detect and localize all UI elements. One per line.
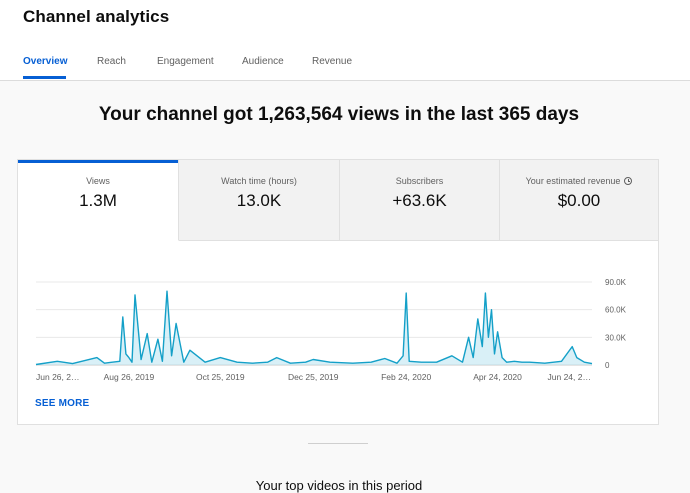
views-line: [35, 290, 593, 366]
metric-label: Your estimated revenue: [500, 176, 658, 186]
y-tick-label: 0: [605, 361, 610, 370]
y-tick-label: 90.0K: [605, 278, 627, 287]
x-tick-label: Aug 26, 2019: [104, 372, 155, 382]
metrics-card: Views 1.3M Watch time (hours) 13.0K Subs…: [17, 159, 659, 425]
metric-value: +63.6K: [392, 191, 447, 210]
metric-value: 1.3M: [79, 191, 117, 210]
tab-reach[interactable]: Reach: [97, 56, 126, 67]
metric-label: Watch time (hours): [221, 176, 297, 186]
y-tick-label: 60.0K: [605, 306, 627, 315]
metric-value: $0.00: [557, 191, 601, 210]
section-divider: [308, 443, 368, 444]
tab-audience[interactable]: Audience: [242, 56, 284, 67]
views-area: [36, 291, 592, 365]
views-headline: Your channel got 1,263,564 views in the …: [98, 104, 580, 125]
tab-revenue[interactable]: Revenue: [312, 56, 352, 67]
y-tick-label: 30.0K: [605, 333, 627, 342]
x-tick-label: Dec 25, 2019: [288, 372, 339, 382]
metric-value: 13.0K: [236, 191, 282, 210]
x-tick-label: Oct 25, 2019: [196, 372, 245, 382]
x-tick-label: Apr 24, 2020: [473, 372, 522, 382]
x-tick-label: Jun 26, 2…: [36, 372, 79, 382]
metric-tab-subscribers[interactable]: Subscribers +63.6K: [340, 160, 500, 241]
header: Channel analytics Overview Reach Engagem…: [0, 0, 690, 81]
views-chart: 90.0K 60.0K 30.0K 0 Jun 26, 2… Aug 26, 2019 Oc…: [35, 278, 627, 382]
metric-tab-views[interactable]: Views 1.3M: [18, 160, 179, 241]
metric-label: Subscribers: [395, 176, 444, 186]
tab-engagement[interactable]: Engagement: [157, 56, 214, 67]
x-tick-label: Feb 24, 2020: [381, 372, 431, 382]
metric-label: Views: [86, 176, 110, 186]
active-tab-indicator: [23, 76, 66, 79]
metric-tab-revenue[interactable]: Your estimated revenue $0.00: [500, 160, 658, 241]
info-icon[interactable]: [624, 177, 633, 185]
see-more-link[interactable]: SEE MORE: [35, 398, 89, 409]
x-tick-label: Jun 24, 2…: [548, 372, 591, 382]
tab-overview[interactable]: Overview: [23, 56, 67, 67]
page-title: Channel analytics: [23, 7, 170, 26]
metric-tab-watch-time[interactable]: Watch time (hours) 13.0K: [179, 160, 340, 241]
metric-label-text: Your estimated revenue: [525, 176, 621, 186]
active-metric-indicator: [18, 160, 178, 163]
